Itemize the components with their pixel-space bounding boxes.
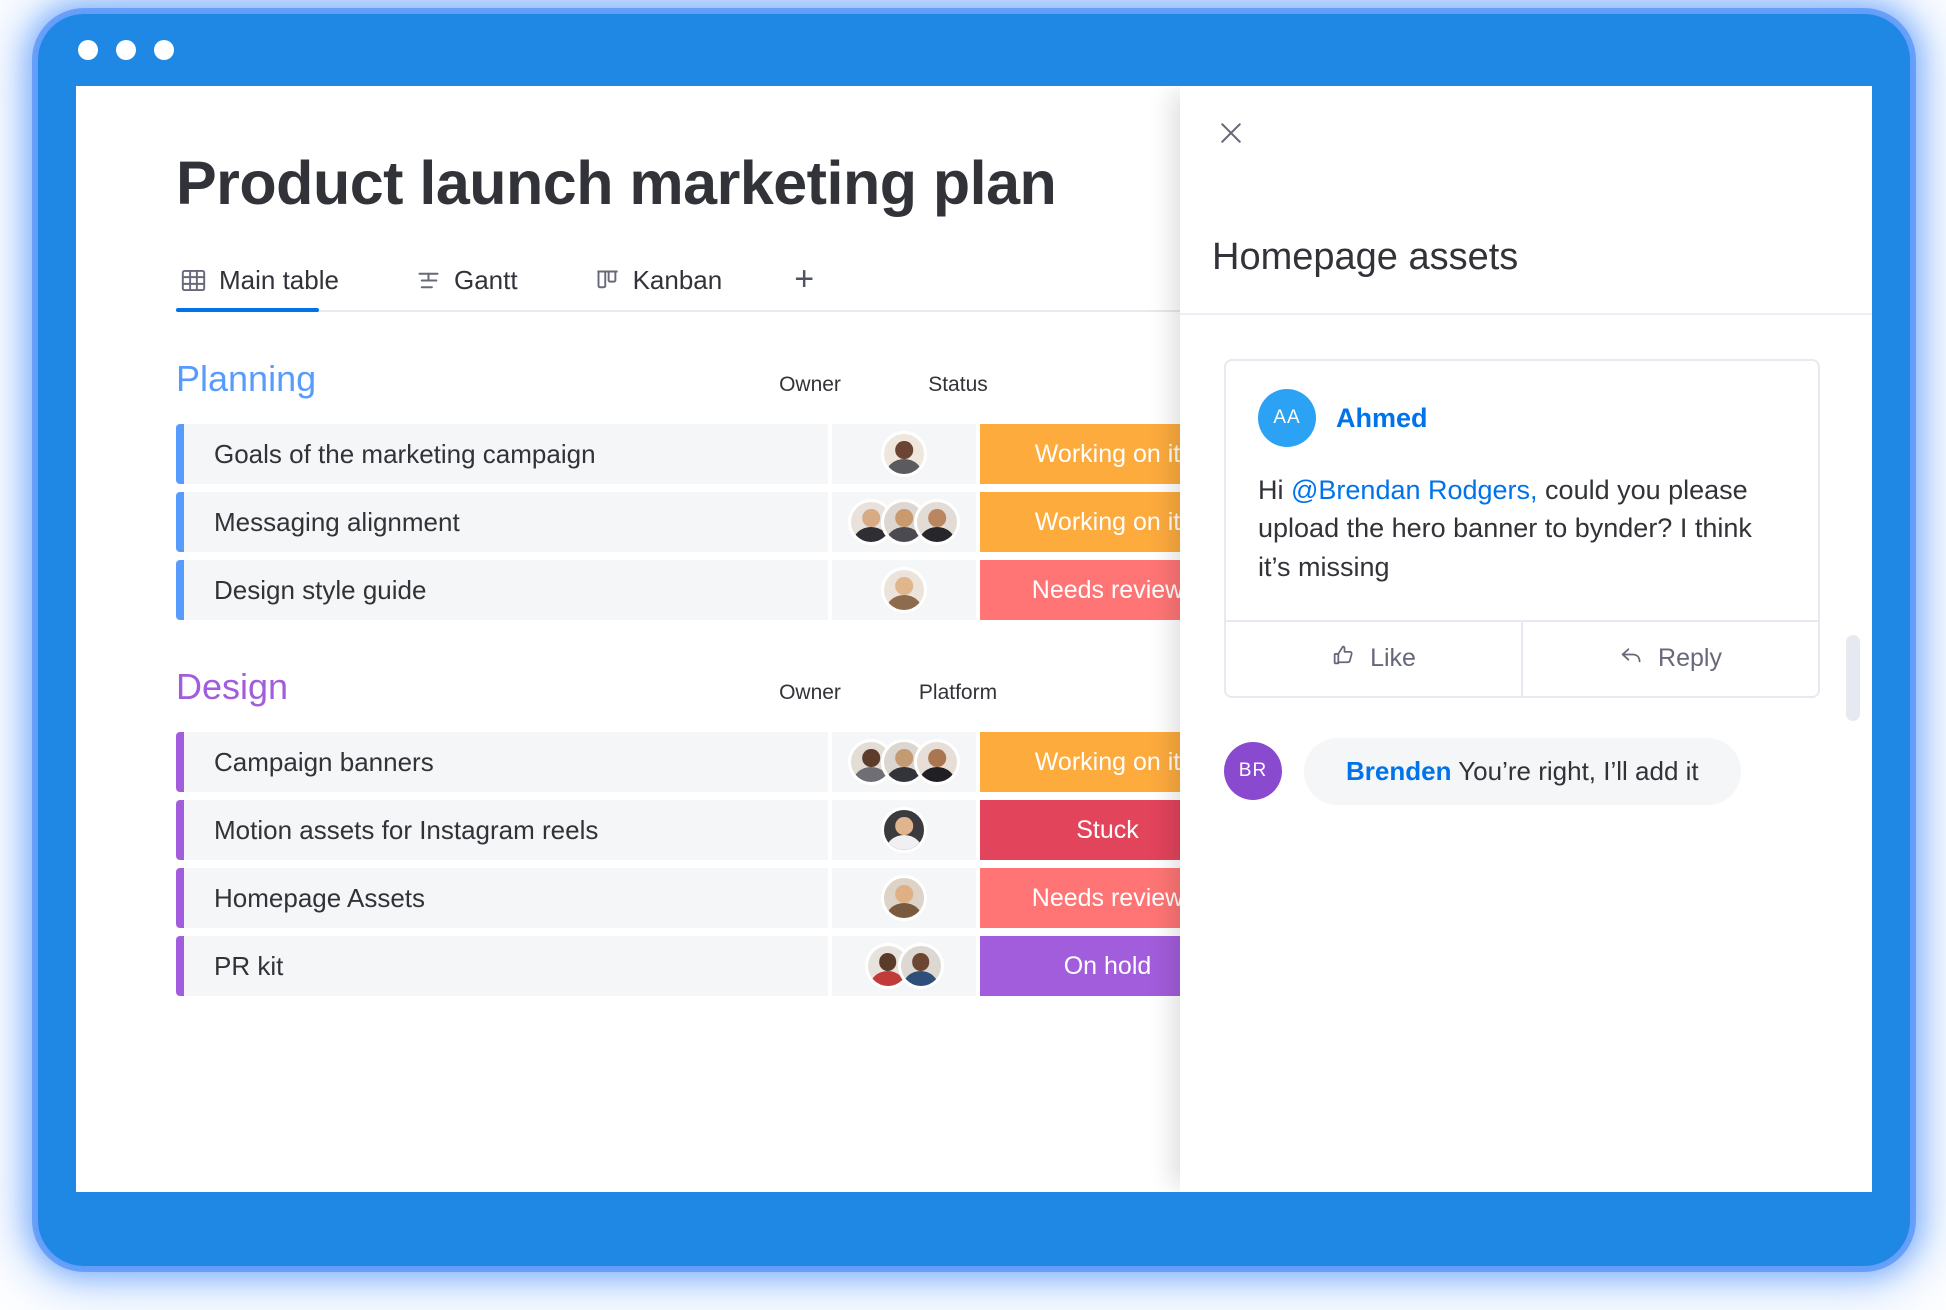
panel-body: AA Ahmed Hi @Brendan Rodgers, could you … <box>1180 315 1872 1192</box>
tab-label: Gantt <box>453 265 518 296</box>
close-icon[interactable] <box>1210 112 1252 154</box>
avatar <box>881 431 927 478</box>
panel-title: Homepage assets <box>1180 236 1872 315</box>
column-header-owner: Owner <box>779 681 841 705</box>
row-owner-cell[interactable] <box>832 424 980 485</box>
avatar <box>881 875 927 922</box>
window-dot-close[interactable] <box>78 40 98 60</box>
like-button[interactable]: Like <box>1226 622 1521 696</box>
reply-arrow-icon <box>1619 643 1644 675</box>
comment-text-before: Hi <box>1258 475 1291 505</box>
avatar-group <box>848 499 960 546</box>
avatar-group <box>881 875 927 922</box>
column-header-status: Status <box>928 373 988 397</box>
avatar[interactable]: BR <box>1224 742 1282 801</box>
row-owner-cell[interactable] <box>832 800 980 861</box>
avatar-group <box>881 807 927 854</box>
row-color-bar <box>176 868 184 929</box>
reply-label: Reply <box>1658 644 1722 673</box>
avatar-group <box>848 739 960 786</box>
avatar-group <box>881 567 927 614</box>
row-color-bar <box>176 800 184 861</box>
comment-card: AA Ahmed Hi @Brendan Rodgers, could you … <box>1224 359 1820 698</box>
tab-label: Main table <box>219 265 339 296</box>
row-color-bar <box>176 732 184 793</box>
row-owner-cell[interactable] <box>832 560 980 621</box>
thumbs-up-icon <box>1331 643 1356 675</box>
panel-scrollbar-thumb[interactable] <box>1846 635 1860 721</box>
comment-text: Hi @Brendan Rodgers, could you please up… <box>1258 471 1786 586</box>
row-color-bar <box>176 424 184 485</box>
like-label: Like <box>1370 644 1416 673</box>
window-titlebar <box>38 14 1910 86</box>
row-name[interactable]: Messaging alignment <box>184 492 832 553</box>
avatar <box>881 567 927 614</box>
row-name[interactable]: Motion assets for Instagram reels <box>184 800 832 861</box>
item-details-panel: Homepage assets AA Ahmed Hi @Brendan Rod… <box>1180 86 1872 1192</box>
gantt-icon <box>415 267 442 294</box>
row-owner-cell[interactable] <box>832 868 980 929</box>
reply-bubble: Brenden You’re right, I’ll add it <box>1304 737 1741 805</box>
row-name[interactable]: PR kit <box>184 936 832 997</box>
kanban-icon <box>594 267 621 294</box>
column-header-owner: Owner <box>779 373 841 397</box>
row-name[interactable]: Campaign banners <box>184 732 832 793</box>
row-color-bar <box>176 492 184 553</box>
comment-actions: Like Reply <box>1226 619 1818 696</box>
avatar[interactable]: AA <box>1258 389 1316 447</box>
group-title[interactable]: Design <box>176 666 736 708</box>
add-view-button[interactable]: + <box>794 262 814 310</box>
reply-author-name[interactable]: Brenden <box>1346 756 1451 786</box>
avatar <box>914 499 960 546</box>
view-tabs: Main table Gantt Kanban + <box>176 250 1276 313</box>
row-owner-cell[interactable] <box>832 732 980 793</box>
row-owner-cell[interactable] <box>832 936 980 997</box>
tab-kanban[interactable]: Kanban <box>590 265 749 310</box>
browser-window-frame: Product launch marketing plan Main table… <box>38 14 1910 1266</box>
row-name[interactable]: Homepage Assets <box>184 868 832 929</box>
row-owner-cell[interactable] <box>832 492 980 553</box>
row-color-bar <box>176 936 184 997</box>
tab-main-table[interactable]: Main table <box>176 265 365 313</box>
reply-button[interactable]: Reply <box>1521 621 1818 696</box>
row-name[interactable]: Goals of the marketing campaign <box>184 424 832 485</box>
comment-content: AA Ahmed Hi @Brendan Rodgers, could you … <box>1226 361 1818 620</box>
avatar <box>881 807 927 854</box>
tab-gantt[interactable]: Gantt <box>411 265 544 310</box>
column-header-platform: Platform <box>918 681 998 705</box>
tab-label: Kanban <box>632 265 723 296</box>
avatar-group <box>881 431 927 478</box>
row-name[interactable]: Design style guide <box>184 560 832 621</box>
comment-author-row: AA Ahmed <box>1258 389 1786 447</box>
table-icon <box>180 267 207 294</box>
reply-message: BR Brenden You’re right, I’ll add it <box>1224 737 1820 805</box>
panel-topbar <box>1180 86 1872 236</box>
reply-text: You’re right, I’ll add it <box>1451 755 1699 786</box>
comment-author-name[interactable]: Ahmed <box>1336 403 1428 434</box>
window-dot-maximize[interactable] <box>154 40 174 60</box>
avatar-group <box>864 943 944 990</box>
group-title[interactable]: Planning <box>176 358 736 400</box>
row-color-bar <box>176 560 184 621</box>
avatar <box>897 943 944 990</box>
app-surface: Product launch marketing plan Main table… <box>76 86 1872 1192</box>
window-dot-minimize[interactable] <box>116 40 136 60</box>
avatar <box>914 739 960 786</box>
mention-link[interactable]: @Brendan Rodgers, <box>1291 475 1538 505</box>
screenshot-root: Product launch marketing plan Main table… <box>0 0 1946 1310</box>
